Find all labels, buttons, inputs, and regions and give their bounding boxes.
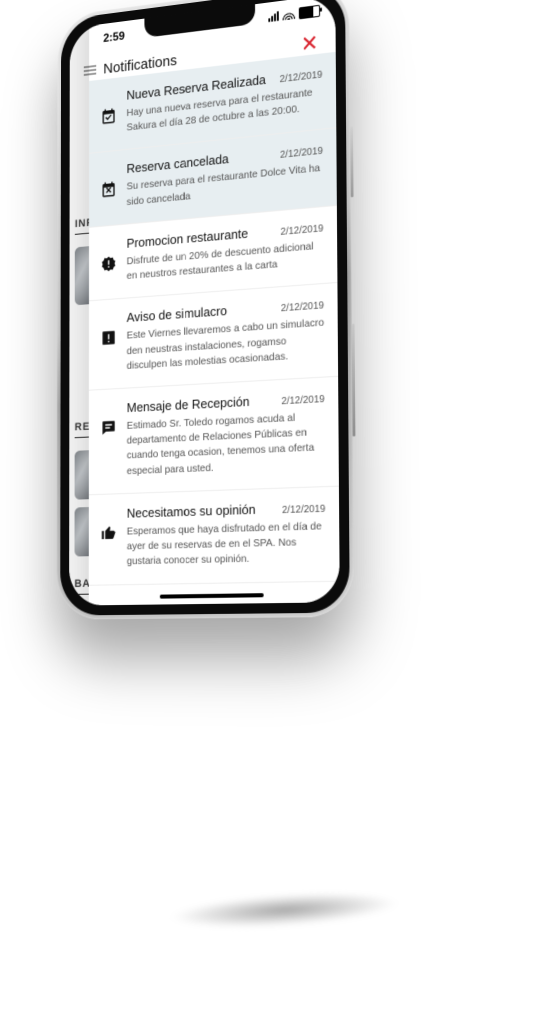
notification-title: Mensaje de Recepción xyxy=(127,394,250,415)
side-button-icon xyxy=(350,126,354,197)
thumb-up-icon xyxy=(100,506,118,570)
calendar-x-icon xyxy=(100,163,118,212)
notification-item[interactable]: Necesitamos su opinión2/12/2019Esperamos… xyxy=(89,486,340,585)
notification-body: Este Viernes llevaremos a cabo un simula… xyxy=(127,316,325,374)
alert-box-icon xyxy=(100,311,118,375)
cellular-icon xyxy=(268,11,278,22)
wifi-icon xyxy=(283,9,295,20)
phone-mockup: INF RES BA 2:59 xyxy=(64,0,346,612)
status-time: 2:59 xyxy=(103,29,124,45)
notification-body: Esperamos que haya disfrutado en el día … xyxy=(127,519,326,570)
stage: INF RES BA 2:59 xyxy=(0,0,538,1024)
calendar-check-icon xyxy=(100,89,118,138)
side-button-icon xyxy=(352,324,356,437)
notification-text: Aviso de simulacro2/12/2019Este Viernes … xyxy=(127,296,325,373)
notification-date: 2/12/2019 xyxy=(280,146,323,161)
notification-text: Mensaje de Recepción2/12/2019Estimado Sr… xyxy=(127,390,325,479)
notification-text: Reserva cancelada2/12/2019Su reserva par… xyxy=(127,142,324,210)
chat-icon xyxy=(100,401,118,480)
menu-icon[interactable] xyxy=(84,65,96,76)
badge-alert-icon xyxy=(100,237,118,286)
notification-title: Aviso de simulacro xyxy=(127,303,227,325)
